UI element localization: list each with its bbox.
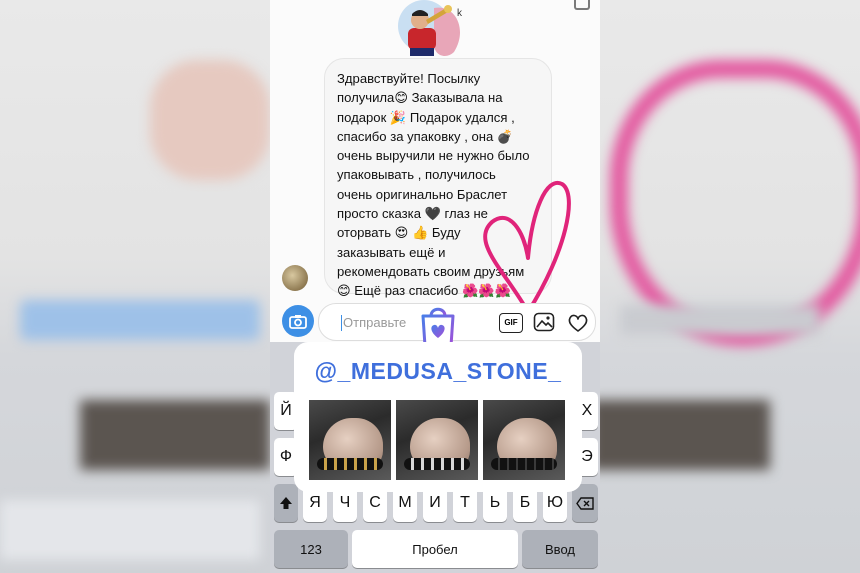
shift-icon (280, 497, 292, 509)
gif-icon[interactable]: GIF (499, 313, 523, 333)
space-key[interactable]: Пробел (352, 530, 518, 568)
camera-icon (289, 314, 307, 329)
bracelet-photo[interactable] (483, 400, 565, 480)
message-input-placeholder: Отправьте (343, 315, 407, 330)
chevron-icon[interactable] (574, 0, 590, 10)
bracelet-photo[interactable] (396, 400, 478, 480)
mention-handle[interactable]: @_MEDUSA_STONE_ (294, 358, 582, 385)
numbers-key[interactable]: 123 (274, 530, 348, 568)
bracelet-photo[interactable] (309, 400, 391, 480)
bracelet-beads (404, 458, 470, 470)
shift-key[interactable] (274, 484, 298, 522)
heart-icon[interactable] (567, 312, 589, 334)
mention-sticker[interactable]: @_MEDUSA_STONE_ (294, 342, 582, 492)
cartoon-sticker-avatar (398, 0, 461, 56)
photo-icon[interactable] (533, 312, 555, 332)
camera-button[interactable] (282, 305, 314, 337)
text-caret (341, 315, 342, 331)
backspace-icon (576, 496, 594, 510)
sender-avatar[interactable] (282, 265, 308, 291)
backspace-key[interactable] (572, 484, 598, 522)
bracelet-beads (317, 458, 383, 470)
blurred-backdrop-right (590, 0, 860, 573)
return-key[interactable]: Ввод (522, 530, 598, 568)
sticker-letter: k (457, 8, 462, 19)
blurred-backdrop-left (0, 0, 270, 573)
bracelet-beads (491, 458, 557, 470)
